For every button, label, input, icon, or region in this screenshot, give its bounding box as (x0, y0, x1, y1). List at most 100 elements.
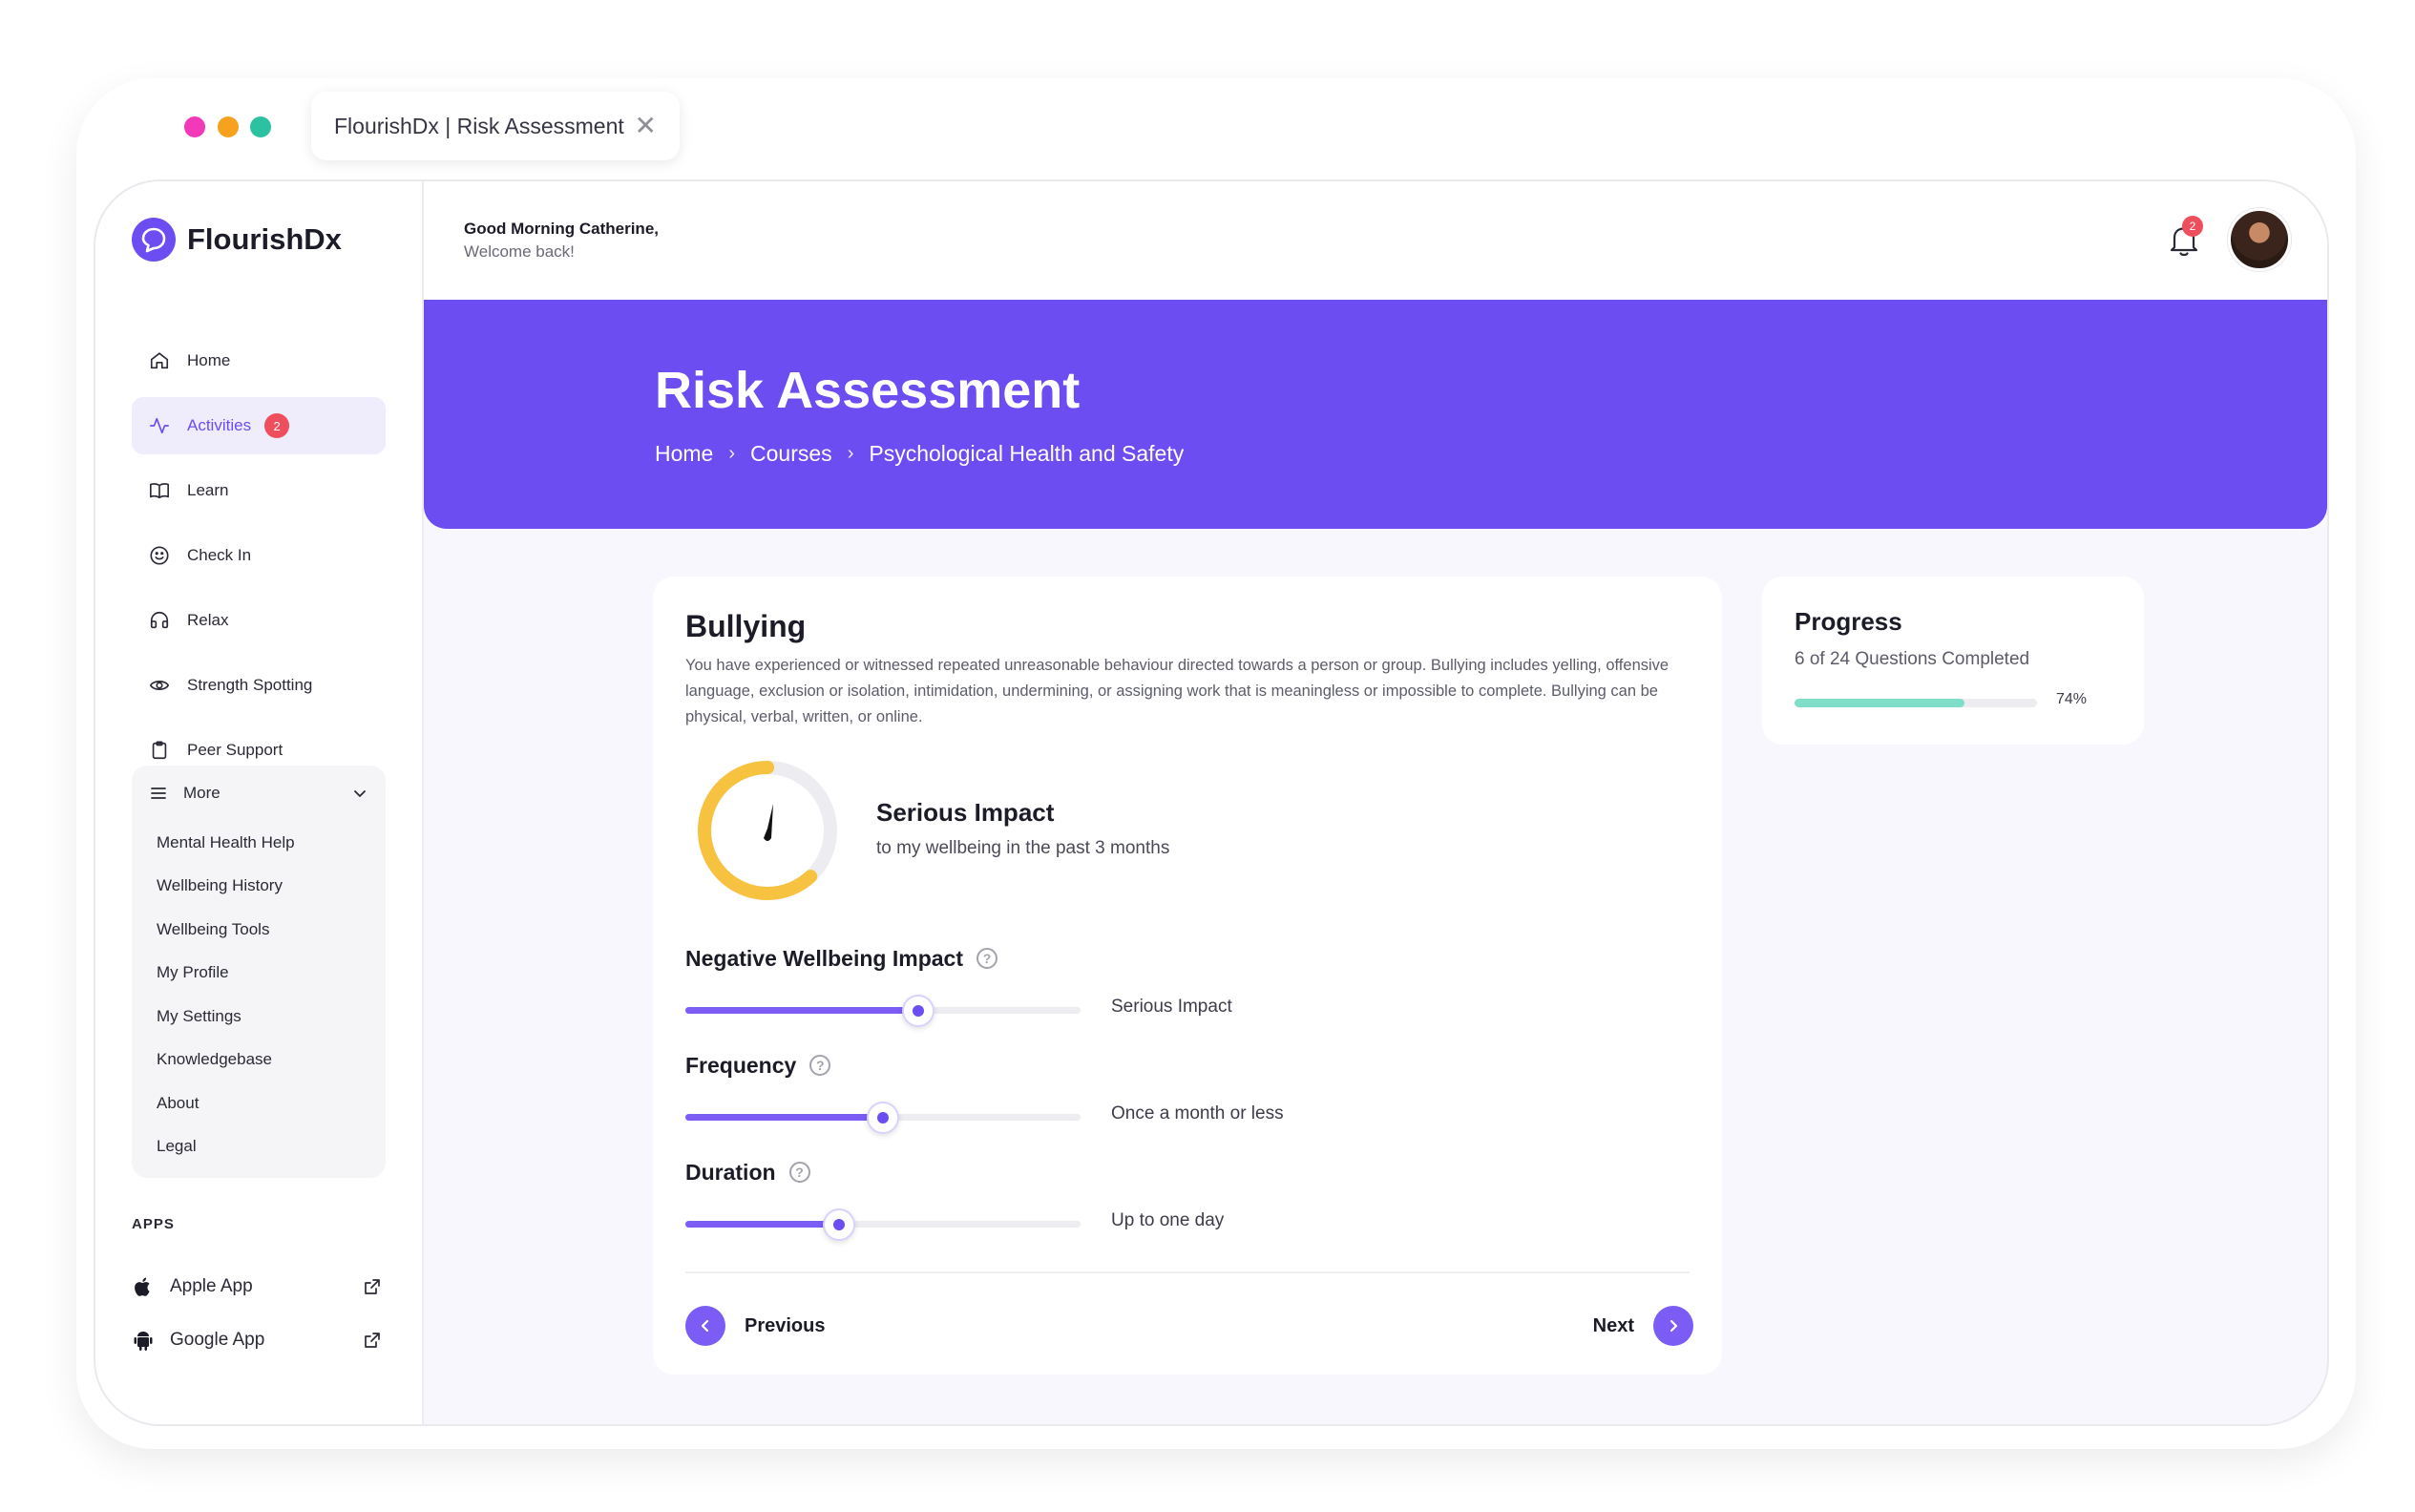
sidebar-item-label: Check In (187, 546, 252, 564)
next-label: Next (1592, 1314, 1634, 1336)
window-close-dot[interactable] (184, 116, 205, 137)
chevron-right-icon (1653, 1306, 1693, 1346)
book-icon (150, 483, 169, 499)
more-item-my-profile[interactable]: My Profile (157, 952, 386, 996)
duration-slider[interactable] (685, 1208, 1081, 1241)
sidebar-item-label: Strength Spotting (187, 676, 313, 694)
slider-label-text: Frequency (685, 1052, 797, 1078)
more-item-wellbeing-history[interactable]: Wellbeing History (157, 865, 386, 909)
slider-fill (685, 1114, 883, 1121)
progress-title: Progress (1795, 607, 1902, 636)
more-item-wellbeing-tools[interactable]: Wellbeing Tools (157, 908, 386, 952)
progress-bar (1795, 699, 2037, 707)
chevron-right-icon: › (847, 443, 854, 464)
external-link-icon (365, 1279, 380, 1294)
progress-subtitle: 6 of 24 Questions Completed (1795, 649, 2030, 669)
frequency-slider-group: Frequency ? Once a month or less (685, 1048, 1544, 1136)
sidebar-item-relax[interactable]: Relax (132, 592, 386, 649)
previous-label: Previous (745, 1314, 826, 1336)
notification-badge: 2 (2182, 216, 2203, 237)
negative-wellbeing-impact-slider[interactable] (685, 995, 1081, 1027)
chevron-left-icon (685, 1306, 725, 1346)
sidebar-item-label: Home (187, 351, 231, 369)
more-item-my-settings[interactable]: My Settings (157, 995, 386, 1039)
menu-icon (151, 788, 166, 799)
browser-tab-title: FlourishDx | Risk Assessment (334, 113, 624, 138)
slider-fill (685, 1007, 919, 1014)
help-icon[interactable]: ? (809, 1055, 831, 1076)
progress-percent: 74% (2056, 691, 2088, 707)
impact-subtitle: to my wellbeing in the past 3 months (876, 838, 1170, 858)
greeting-text: Good Morning Catherine, (464, 220, 659, 238)
frequency-slider[interactable] (685, 1102, 1081, 1134)
google-app-label: Google App (170, 1330, 265, 1350)
breadcrumb: Home › Courses › Psychological Health an… (655, 441, 1184, 467)
slider-handle[interactable] (902, 995, 935, 1027)
breadcrumb-courses[interactable]: Courses (750, 441, 832, 467)
more-section: More Mental Health Help Wellbeing Histor… (132, 766, 386, 1178)
top-bar: Good Morning Catherine, Welcome back! 2 (424, 181, 2327, 300)
window-maximize-dot[interactable] (250, 116, 271, 137)
more-item-knowledgebase[interactable]: Knowledgebase (157, 1039, 386, 1082)
gauge-needle-icon (764, 804, 773, 841)
sidebar-nav: Home Activities 2 Learn Check In Relax S… (132, 332, 386, 787)
breadcrumb-home[interactable]: Home (655, 441, 713, 467)
sidebar-item-strength-spotting[interactable]: Strength Spotting (132, 657, 386, 714)
progress-bar-fill (1795, 699, 1964, 707)
more-item-legal[interactable]: Legal (157, 1125, 386, 1169)
activities-badge: 2 (264, 413, 290, 438)
impact-gauge (698, 761, 837, 900)
breadcrumb-current[interactable]: Psychological Health and Safety (869, 441, 1184, 467)
more-toggle[interactable]: More (132, 766, 386, 821)
external-link-icon (365, 1333, 380, 1348)
browser-tab[interactable]: FlourishDx | Risk Assessment ✕ (311, 92, 680, 160)
apple-icon (135, 1277, 150, 1296)
sidebar-item-check-in[interactable]: Check In (132, 527, 386, 584)
sidebar-item-home[interactable]: Home (132, 332, 386, 389)
logo[interactable]: FlourishDx (132, 218, 342, 262)
apple-app-link[interactable]: Apple App (132, 1268, 382, 1306)
slider-fill (685, 1221, 840, 1228)
slider-label-text: Duration (685, 1159, 776, 1185)
slider-handle[interactable] (823, 1208, 856, 1241)
slider-row: Up to one day (685, 1205, 1544, 1243)
more-item-mental-health-help[interactable]: Mental Health Help (157, 821, 386, 865)
logo-text: FlourishDx (187, 222, 342, 256)
headphones-icon (150, 611, 169, 629)
more-list: Mental Health Help Wellbeing History Wel… (132, 821, 386, 1168)
slider-handle[interactable] (867, 1102, 899, 1134)
sidebar-item-label: Relax (187, 611, 229, 629)
apps-heading: APPS (132, 1216, 175, 1232)
previous-button[interactable]: Previous (685, 1306, 825, 1346)
close-icon[interactable]: ✕ (635, 113, 657, 139)
progress-card: Progress 6 of 24 Questions Completed 74% (1762, 577, 2144, 745)
sidebar-item-activities[interactable]: Activities 2 (132, 397, 386, 454)
avatar[interactable] (2228, 208, 2291, 271)
more-label: More (183, 784, 220, 802)
clipboard-icon (152, 741, 167, 760)
help-icon[interactable]: ? (976, 948, 998, 969)
smile-icon (150, 546, 169, 565)
logo-icon (132, 218, 176, 262)
slider-value: Once a month or less (1111, 1103, 1284, 1124)
question-description: You have experienced or witnessed repeat… (685, 657, 1670, 725)
help-icon[interactable]: ? (788, 1162, 810, 1183)
window-minimize-dot[interactable] (218, 116, 239, 137)
next-button[interactable]: Next (1593, 1306, 1693, 1346)
slider-label-text: Negative Wellbeing Impact (685, 945, 963, 971)
sidebar: FlourishDx Home Activities 2 Learn Check… (95, 181, 424, 1424)
sidebar-item-learn[interactable]: Learn (132, 462, 386, 519)
slider-label: Duration ? (685, 1155, 1544, 1189)
home-icon (150, 352, 169, 369)
divider (685, 1271, 1690, 1273)
slider-label: Frequency ? (685, 1048, 1544, 1082)
sidebar-item-label: Activities (187, 416, 252, 434)
google-app-link[interactable]: Google App (132, 1321, 382, 1359)
question-card: Bullying You have experienced or witness… (653, 577, 1722, 1375)
chevron-down-icon (354, 790, 366, 797)
slider-label: Negative Wellbeing Impact ? (685, 941, 1544, 976)
eye-icon (150, 681, 169, 690)
apple-app-label: Apple App (170, 1276, 253, 1296)
activity-icon (150, 417, 169, 434)
more-item-about[interactable]: About (157, 1082, 386, 1125)
